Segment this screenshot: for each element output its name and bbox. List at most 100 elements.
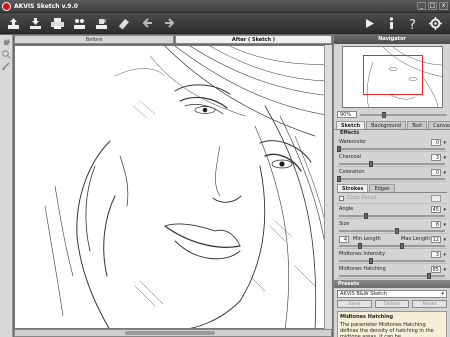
- panel-tabs: Sketch Background Text Canvas: [334, 121, 450, 130]
- scrollbar-thumb[interactable]: [125, 331, 215, 335]
- watercolor-value[interactable]: 0: [431, 139, 441, 146]
- tab-after-sketch[interactable]: After ( Sketch ): [175, 35, 332, 44]
- zoom-tool-icon[interactable]: [1, 49, 12, 59]
- canvas-vertical-scrollbar[interactable]: [324, 45, 332, 329]
- preset-buttons: Save Delete Reset: [334, 300, 450, 308]
- charcoal-slider[interactable]: [339, 161, 445, 167]
- tab-text[interactable]: Text: [406, 121, 428, 129]
- canvas-horizontal-scrollbar[interactable]: [14, 329, 332, 337]
- navigator-header: Navigator: [334, 35, 450, 44]
- coloration-param: Coloration 0 ▾: [337, 168, 447, 182]
- navigator-preview[interactable]: [342, 46, 443, 108]
- size-value[interactable]: 8: [431, 221, 441, 228]
- help-text: The parameter Midtones Hatching defines …: [340, 322, 434, 337]
- delete-preset-button[interactable]: Delete: [374, 300, 410, 308]
- chevron-down-icon[interactable]: ▾: [443, 252, 446, 258]
- chevron-down-icon[interactable]: ▾: [443, 207, 446, 213]
- main-toolbar: ?: [0, 13, 450, 34]
- close-button[interactable]: x: [439, 2, 448, 10]
- back-icon[interactable]: [140, 16, 155, 31]
- tab-strokes[interactable]: Strokes: [337, 184, 369, 192]
- run-icon[interactable]: [362, 16, 377, 31]
- min-length-value[interactable]: 4: [339, 236, 349, 243]
- slider-knob[interactable]: [427, 273, 432, 279]
- charcoal-value[interactable]: 3: [431, 154, 441, 161]
- angle-slider[interactable]: [339, 213, 445, 219]
- color-pencil-label: Color Pencil: [347, 195, 377, 201]
- watercolor-slider[interactable]: [337, 146, 445, 152]
- stroke-tabs: Strokes Edges: [337, 184, 447, 193]
- svg-text:?: ?: [409, 18, 416, 31]
- open-icon[interactable]: [6, 16, 21, 31]
- minimize-button[interactable]: _: [417, 2, 426, 10]
- size-param: Size 8 ▾: [337, 220, 447, 234]
- maximize-button[interactable]: □: [428, 2, 437, 10]
- chevron-down-icon[interactable]: ▾: [443, 267, 446, 273]
- color-pencil-checkbox[interactable]: [339, 196, 344, 201]
- batch-icon[interactable]: [94, 16, 109, 31]
- help-icon[interactable]: ?: [406, 16, 421, 31]
- tab-edges[interactable]: Edges: [369, 184, 395, 192]
- max-length-value[interactable]: 12: [431, 236, 441, 243]
- tab-canvas[interactable]: Canvas: [428, 121, 450, 129]
- tab-before[interactable]: Before: [14, 35, 174, 44]
- slider-knob[interactable]: [368, 161, 373, 167]
- hand-tool-icon[interactable]: [1, 37, 12, 47]
- midtones-hatching-slider[interactable]: [339, 273, 445, 279]
- coloration-slider[interactable]: [337, 176, 445, 182]
- save-preset-button[interactable]: Save: [337, 300, 372, 308]
- slider-knob[interactable]: [363, 213, 368, 219]
- preset-dropdown[interactable]: AKVIS B&W Sketch ▾: [337, 290, 447, 298]
- reset-preset-button[interactable]: Reset: [412, 300, 448, 308]
- settings-panel: Navigator 90% Sketch Background Text Can…: [333, 35, 450, 337]
- share-icon[interactable]: [72, 16, 87, 31]
- midtones-intensity-slider[interactable]: [339, 258, 445, 264]
- forward-icon[interactable]: [162, 16, 177, 31]
- chevron-down-icon[interactable]: ▾: [443, 170, 446, 176]
- chevron-down-icon[interactable]: ▾: [443, 140, 446, 146]
- length-param: 4 Min Length Max Length 12 ▾: [337, 235, 447, 249]
- slider-knob[interactable]: [395, 228, 400, 234]
- eraser-icon[interactable]: [116, 16, 131, 31]
- settings-icon[interactable]: [428, 16, 443, 31]
- chevron-down-icon[interactable]: ▾: [441, 291, 444, 298]
- tab-background[interactable]: Background: [366, 121, 406, 129]
- slider-knob[interactable]: [368, 258, 373, 264]
- navigator-view-rect[interactable]: [363, 55, 423, 95]
- brush-tool-icon[interactable]: [1, 61, 12, 71]
- midtones-hatching-param: Midtones Hatching 85 ▾: [337, 265, 447, 279]
- pencil-color-swatch[interactable]: [431, 195, 441, 202]
- size-slider[interactable]: [339, 228, 445, 234]
- help-box: Midtones Hatching The parameter Midtones…: [337, 311, 447, 337]
- sketch-canvas[interactable]: [14, 45, 332, 329]
- print-icon[interactable]: [50, 16, 65, 31]
- help-title: Midtones Hatching: [340, 314, 394, 320]
- zoom-field[interactable]: 90%: [337, 111, 357, 118]
- charcoal-param: Charcoal 3 ▾: [337, 153, 447, 167]
- angle-value[interactable]: 45: [431, 206, 441, 213]
- slider-knob[interactable]: [337, 146, 341, 152]
- color-pencil-param: Color Pencil: [337, 194, 447, 204]
- window-controls: _ □ x: [417, 2, 448, 10]
- watercolor-label: Watercolor: [339, 139, 366, 145]
- min-length-knob[interactable]: [358, 243, 363, 249]
- chevron-down-icon[interactable]: ▾: [443, 222, 446, 228]
- min-length-label: Min Length: [353, 236, 381, 242]
- size-label: Size: [339, 221, 350, 227]
- info-icon[interactable]: [384, 16, 399, 31]
- zoom-slider-knob[interactable]: [381, 111, 386, 118]
- length-range-slider[interactable]: [339, 243, 445, 249]
- app-title: AKVIS Sketch v.9.0: [14, 3, 78, 10]
- slider-knob[interactable]: [337, 176, 341, 182]
- tab-sketch[interactable]: Sketch: [336, 121, 366, 129]
- save-icon[interactable]: [28, 16, 43, 31]
- zoom-slider[interactable]: [360, 111, 447, 118]
- sketch-image: [44, 46, 331, 328]
- midtones-intensity-value[interactable]: 3: [431, 251, 441, 258]
- coloration-value[interactable]: 0: [431, 169, 441, 176]
- max-length-knob[interactable]: [400, 243, 405, 249]
- chevron-down-icon[interactable]: ▾: [443, 155, 446, 161]
- chevron-down-icon[interactable]: ▾: [443, 237, 446, 243]
- midtones-hatching-value[interactable]: 85: [431, 266, 441, 273]
- tool-strip: [0, 35, 13, 337]
